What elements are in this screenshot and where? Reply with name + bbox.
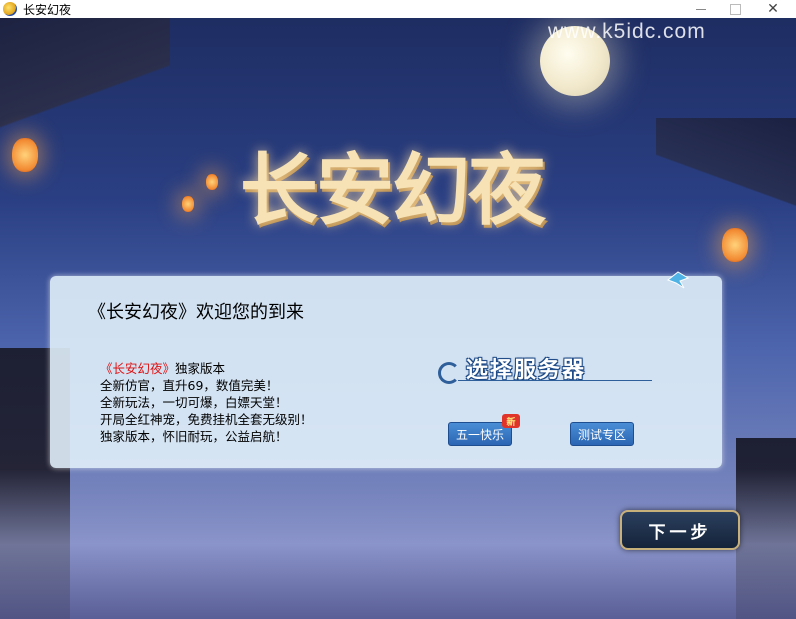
- edition-text: 独家版本: [175, 361, 226, 376]
- server-select-header: 选择服务器: [438, 352, 652, 384]
- watermark: www.k5idc.com: [548, 20, 706, 43]
- background-scene: www.k5idc.com 长安幻夜 《长安幻夜》欢迎您的到来 《长安幻夜》独家…: [0, 18, 796, 619]
- divider: [458, 380, 652, 381]
- roof-right-image: [656, 118, 796, 228]
- game-name-highlight: 《长安幻夜》: [100, 361, 176, 376]
- roof-left-image: [0, 18, 170, 148]
- server-button-test[interactable]: 测试专区: [570, 422, 634, 446]
- minimize-button[interactable]: [684, 0, 718, 18]
- next-step-button[interactable]: 下一步: [620, 510, 740, 550]
- new-badge: 新: [502, 414, 520, 428]
- close-button[interactable]: ✕: [756, 0, 790, 18]
- close-icon: ✕: [767, 1, 779, 17]
- bird-icon: [667, 271, 690, 289]
- game-logo: 长安幻夜: [240, 145, 546, 236]
- description-line: 全新仿官，直升69，数值完美！: [100, 378, 279, 393]
- title-bar: 长安幻夜 ✕: [0, 0, 796, 18]
- lantern-icon: [12, 138, 38, 172]
- description: 《长安幻夜》独家版本 全新仿官，直升69，数值完美！ 全新玩法，一切可爆，白嫖天…: [100, 360, 313, 445]
- welcome-panel: 《长安幻夜》欢迎您的到来 《长安幻夜》独家版本 全新仿官，直升69，数值完美！ …: [50, 276, 722, 468]
- description-line: 独家版本，怀旧耐玩，公益启航！: [100, 429, 288, 444]
- minimize-icon: [696, 8, 706, 10]
- maximize-icon: [729, 3, 741, 15]
- lantern-icon: [182, 196, 194, 212]
- description-line: 《长安幻夜》独家版本: [100, 360, 313, 377]
- lantern-icon: [206, 174, 218, 190]
- welcome-text: 《长安幻夜》欢迎您的到来: [88, 302, 304, 323]
- maximize-button[interactable]: [718, 0, 752, 18]
- description-line: 开局全红神宠，免费挂机全套无级别！: [100, 412, 313, 427]
- lantern-icon: [722, 228, 748, 262]
- description-line: 全新玩法，一切可爆，白嫖天堂！: [100, 395, 288, 410]
- swirl-icon: [438, 362, 460, 384]
- app-icon: [3, 2, 17, 16]
- window-title: 长安幻夜: [23, 2, 72, 17]
